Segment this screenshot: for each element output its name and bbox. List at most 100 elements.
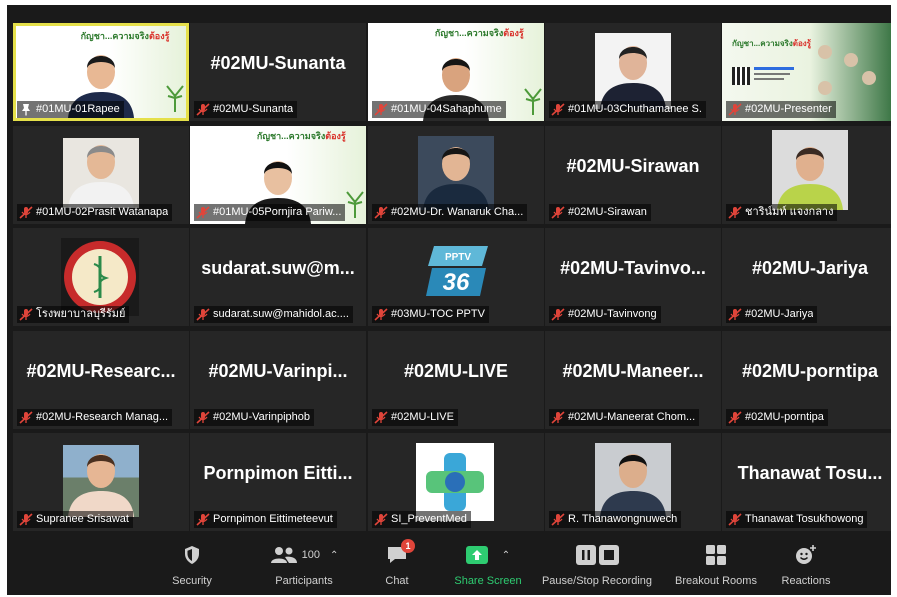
participant-tile-02mu-research-manag[interactable]: #02MU-Researc... #02MU-Research Manag... <box>13 331 189 429</box>
participant-name: #02MU-Varinpiphob <box>213 411 311 423</box>
participants-count: 100 <box>301 549 320 561</box>
participant-name: #01MU-05Pornjira Pariw... <box>213 206 342 218</box>
participants-caret-icon[interactable]: ⌃ <box>330 550 338 561</box>
participant-name-label: #02MU-Jariya <box>726 306 818 323</box>
mic-muted-icon <box>728 206 742 219</box>
security-button[interactable]: Security <box>157 541 227 587</box>
participant-display-name: #02MU-porntipa <box>741 361 878 381</box>
participant-tile-01mu-05pornjira-pariw[interactable]: กัญชา...ความจริงต้องรู้ #01MU-05Pornjira … <box>190 126 366 224</box>
participant-tile-02mu-sirawan[interactable]: #02MU-Sirawan #02MU-Sirawan <box>545 126 721 224</box>
shield-icon <box>185 546 199 564</box>
participant-name: Thanawat Tosukhowong <box>745 513 864 525</box>
participant-tile-02mu-jariya[interactable]: #02MU-Jariya #02MU-Jariya <box>722 228 891 326</box>
participant-tile-02mu-maneerat-chom[interactable]: #02MU-Maneer... #02MU-Maneerat Chom... <box>545 331 721 429</box>
mic-muted-icon <box>551 513 565 526</box>
participant-display-name: Pornpimon Eitti... <box>203 463 353 483</box>
reactions-button[interactable]: Reactions <box>773 541 839 587</box>
mic-muted-icon <box>374 103 388 116</box>
prevent-med-logo <box>416 443 494 521</box>
gallery-grid: กัญชา...ความจริงต้องรู้ #01MU-01Rapee #02M… <box>7 5 891 531</box>
participant-tile-participant[interactable]: ชาริน์มท์ แจงกลาง <box>722 126 891 224</box>
participant-display-name: #02MU-LIVE <box>403 361 509 381</box>
participant-name: #02MU-Sunanta <box>213 103 294 115</box>
mic-muted-icon <box>551 103 565 116</box>
participant-name-label: #02MU-Varinpiphob <box>194 409 315 426</box>
participant-tile-02mu-presenter[interactable]: กัญชา...ความจริงต้องรู้ #02MU-Presenter <box>722 23 891 121</box>
banner-text: กัญชา...ความจริงต้องรู้ <box>434 28 524 38</box>
participant-tile-02mu-tavinvong[interactable]: #02MU-Tavinvo... #02MU-Tavinvong <box>545 228 721 326</box>
participant-tile-02mu-dr-wanaruk-cha[interactable]: #02MU-Dr. Wanaruk Cha... <box>368 126 544 224</box>
qr-code-icon <box>732 67 750 85</box>
participant-name: #02MU-Tavinvong <box>568 308 657 320</box>
participant-name: #02MU-LIVE <box>391 411 454 423</box>
svg-text:36: 36 <box>443 269 470 296</box>
participant-tile-01mu-02prasit-watanapa[interactable]: #01MU-02Prasit Watanapa <box>13 126 189 224</box>
mic-muted-icon <box>728 103 742 116</box>
mic-muted-icon <box>551 411 565 424</box>
participant-tile-participant[interactable]: โรงพยาบาลบุรีรัมย์ <box>13 228 189 326</box>
person-silhouette <box>600 454 666 517</box>
chat-button[interactable]: 1 Chat <box>377 539 417 587</box>
participant-name-label: #02MU-porntipa <box>726 409 828 426</box>
participant-tile-01mu-01rapee[interactable]: กัญชา...ความจริงต้องรู้ #01MU-01Rapee <box>13 23 189 121</box>
participant-name-label: #01MU-02Prasit Watanapa <box>17 204 173 221</box>
people-icon <box>270 547 297 563</box>
participant-name: #01MU-04Sahaphume <box>391 103 502 115</box>
mic-muted-icon <box>551 206 565 219</box>
mic-muted-icon <box>19 411 33 424</box>
chat-label: Chat <box>385 575 409 587</box>
breakout-rooms-label: Breakout Rooms <box>675 575 757 587</box>
participant-tile-supranee-srisawat[interactable]: Supranee Srisawat <box>13 433 189 531</box>
mic-muted-icon <box>728 411 742 424</box>
mic-muted-icon <box>196 411 210 424</box>
participant-tile-pornpimon-eittimeteevut[interactable]: Pornpimon Eitti... Pornpimon Eittimeteevu… <box>190 433 366 531</box>
participant-tile-01mu-03chuthamanee-s[interactable]: #01MU-03Chuthamanee S. <box>545 23 721 121</box>
mic-muted-icon <box>374 411 388 424</box>
participant-name: Supranee Srisawat <box>36 513 129 525</box>
participant-name-label: ชาริน์มท์ แจงกลาง <box>726 204 838 221</box>
participant-name-label: sudarat.suw@mahidol.ac.... <box>194 306 353 323</box>
mic-muted-icon <box>19 513 33 526</box>
participant-name-label: #01MU-01Rapee <box>17 101 124 118</box>
participant-tile-01mu-04sahaphume[interactable]: กัญชา...ความจริงต้องรู้ #01MU-04Sahaphume <box>368 23 544 121</box>
participant-tile-02mu-varinpiphob[interactable]: #02MU-Varinpi... #02MU-Varinpiphob <box>190 331 366 429</box>
participant-name: R. Thanawongnuwech <box>568 513 678 525</box>
participant-tile-sudarat-suw-mahidol-ac[interactable]: sudarat.suw@m... sudarat.suw@mahidol.ac..… <box>190 228 366 326</box>
participant-display-name: #02MU-Sunanta <box>210 53 346 73</box>
share-caret-icon[interactable]: ⌃ <box>502 550 510 561</box>
participant-name: #02MU-Dr. Wanaruk Cha... <box>391 206 524 218</box>
participant-name-label: #01MU-03Chuthamanee S. <box>549 101 706 118</box>
participant-tile-si-preventmed[interactable]: SI_PreventMed <box>368 433 544 531</box>
participant-name: #01MU-02Prasit Watanapa <box>36 206 169 218</box>
participant-name-label: #02MU-Maneerat Chom... <box>549 409 700 426</box>
participant-name: ชาริน์มท์ แจงกลาง <box>745 206 834 218</box>
participant-tile-02mu-live[interactable]: #02MU-LIVE #02MU-LIVE <box>368 331 544 429</box>
mic-muted-icon <box>374 308 388 321</box>
participant-tile-03mu-toc-pptv[interactable]: PPTV 36 #03MU-TOC PPTV <box>368 228 544 326</box>
participant-tile-thanawat-tosukhowong[interactable]: Thanawat Tosu... Thanawat Tosukhowong <box>722 433 891 531</box>
reactions-label: Reactions <box>781 575 831 587</box>
mic-muted-icon <box>196 308 210 321</box>
participant-name: #02MU-Maneerat Chom... <box>568 411 696 423</box>
breakout-rooms-button[interactable]: Breakout Rooms <box>668 541 764 587</box>
person-silhouette <box>68 145 134 208</box>
mic-muted-icon <box>728 308 742 321</box>
leaf-icon <box>346 191 364 218</box>
participant-name-label: #02MU-Research Manag... <box>17 409 173 426</box>
participant-tile-02mu-porntipa[interactable]: #02MU-porntipa #02MU-porntipa <box>722 331 891 429</box>
stop-icon <box>598 545 619 565</box>
participant-name: Pornpimon Eittimeteevut <box>213 513 333 525</box>
participants-button[interactable]: 100 ⌃ Participants <box>254 541 354 587</box>
video-feed <box>63 445 139 517</box>
participant-name-label: R. Thanawongnuwech <box>549 511 682 528</box>
participant-name-label: #02MU-Sunanta <box>194 101 298 118</box>
participant-name: #03MU-TOC PPTV <box>391 308 485 320</box>
participant-name: sudarat.suw@mahidol.ac.... <box>213 308 349 320</box>
person-silhouette <box>68 454 134 517</box>
pause-stop-recording-button[interactable]: Pause/Stop Recording <box>535 541 659 587</box>
participant-tile-r-thanawongnuwech[interactable]: R. Thanawongnuwech <box>545 433 721 531</box>
mic-muted-icon <box>19 206 33 219</box>
share-screen-button[interactable]: ⌃ Share Screen <box>443 541 533 587</box>
mic-muted-icon <box>374 513 388 526</box>
participant-tile-02mu-sunanta[interactable]: #02MU-Sunanta #02MU-Sunanta <box>190 23 366 121</box>
